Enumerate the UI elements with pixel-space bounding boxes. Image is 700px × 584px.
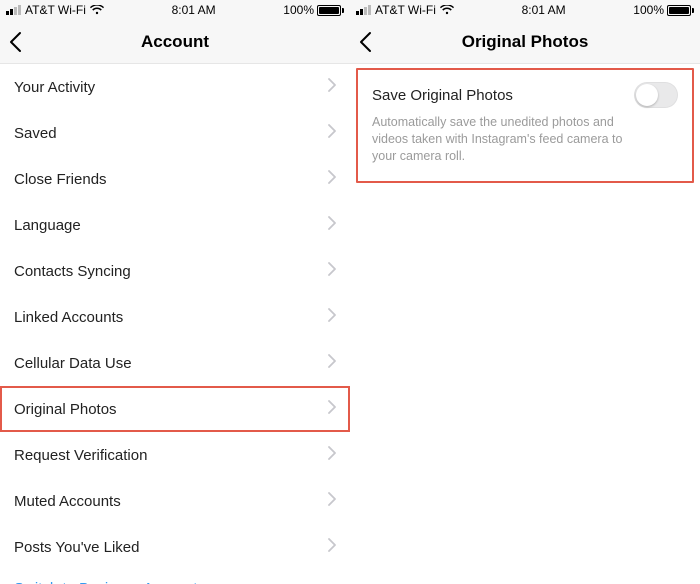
status-bar: AT&T Wi-Fi 8:01 AM 100%: [0, 0, 350, 20]
list-item-label: Contacts Syncing: [14, 263, 131, 280]
chevron-right-icon: [328, 354, 336, 373]
list-item-label: Muted Accounts: [14, 493, 121, 510]
nav-bar: Account: [0, 20, 350, 64]
switch-business-account-link[interactable]: Switch to Business Account: [0, 570, 350, 584]
list-item-label: Request Verification: [14, 447, 147, 464]
list-item-contacts-syncing[interactable]: Contacts Syncing: [0, 248, 350, 294]
account-list: Your Activity Saved Close Friends Language C…: [0, 64, 350, 584]
signal-icon: [356, 5, 371, 15]
chevron-right-icon: [328, 492, 336, 511]
signal-icon: [6, 5, 21, 15]
list-item-close-friends[interactable]: Close Friends: [0, 156, 350, 202]
toggle-knob: [636, 84, 658, 106]
list-item-saved[interactable]: Saved: [0, 110, 350, 156]
list-item-muted-accounts[interactable]: Muted Accounts: [0, 478, 350, 524]
clock-label: 8:01 AM: [172, 3, 216, 17]
chevron-right-icon: [328, 78, 336, 97]
list-item-your-activity[interactable]: Your Activity: [0, 64, 350, 110]
chevron-right-icon: [328, 446, 336, 465]
chevron-right-icon: [328, 170, 336, 189]
list-item-label: Language: [14, 217, 81, 234]
battery-icon: [317, 5, 344, 16]
list-item-label: Your Activity: [14, 79, 95, 96]
nav-bar: Original Photos: [350, 20, 700, 64]
save-original-photos-toggle[interactable]: [634, 82, 678, 108]
status-bar: AT&T Wi-Fi 8:01 AM 100%: [350, 0, 700, 20]
chevron-right-icon: [328, 216, 336, 235]
page-title: Account: [141, 32, 209, 52]
chevron-right-icon: [328, 538, 336, 557]
carrier-label: AT&T Wi-Fi: [25, 3, 86, 17]
battery-pct: 100%: [283, 3, 314, 17]
page-title: Original Photos: [462, 32, 589, 52]
phone-left: AT&T Wi-Fi 8:01 AM 100% Account Your Act…: [0, 0, 350, 584]
list-item-request-verification[interactable]: Request Verification: [0, 432, 350, 478]
list-item-label: Cellular Data Use: [14, 355, 132, 372]
chevron-right-icon: [328, 400, 336, 419]
carrier-label: AT&T Wi-Fi: [375, 3, 436, 17]
setting-block-highlight: Save Original Photos Automatically save …: [356, 68, 694, 183]
setting-title: Save Original Photos: [372, 87, 513, 104]
phone-right: AT&T Wi-Fi 8:01 AM 100% Original Photos …: [350, 0, 700, 584]
list-item-language[interactable]: Language: [0, 202, 350, 248]
wifi-icon: [440, 5, 454, 15]
save-original-photos-row: Save Original Photos Automatically save …: [358, 70, 692, 181]
list-item-label: Close Friends: [14, 171, 107, 188]
list-item-label: Saved: [14, 125, 57, 142]
setting-description: Automatically save the unedited photos a…: [372, 114, 632, 165]
chevron-right-icon: [328, 262, 336, 281]
list-item-original-photos[interactable]: Original Photos: [0, 386, 350, 432]
list-item-label: Posts You've Liked: [14, 539, 139, 556]
chevron-right-icon: [328, 308, 336, 327]
list-item-posts-you-ve-liked[interactable]: Posts You've Liked: [0, 524, 350, 570]
clock-label: 8:01 AM: [522, 3, 566, 17]
list-item-cellular-data-use[interactable]: Cellular Data Use: [0, 340, 350, 386]
battery-pct: 100%: [633, 3, 664, 17]
back-button[interactable]: [8, 20, 22, 64]
original-photos-content: Save Original Photos Automatically save …: [350, 64, 700, 584]
battery-icon: [667, 5, 694, 16]
list-item-label: Original Photos: [14, 401, 117, 418]
chevron-right-icon: [328, 124, 336, 143]
list-item-linked-accounts[interactable]: Linked Accounts: [0, 294, 350, 340]
back-button[interactable]: [358, 20, 372, 64]
wifi-icon: [90, 5, 104, 15]
list-item-label: Linked Accounts: [14, 309, 123, 326]
